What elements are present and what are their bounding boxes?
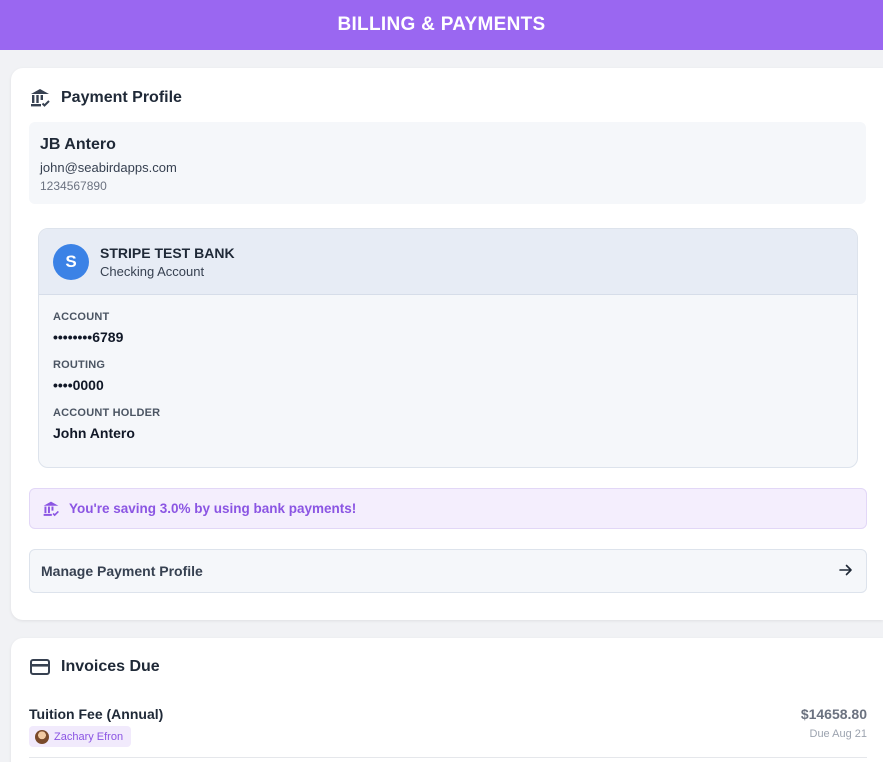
manage-label: Manage Payment Profile — [41, 563, 203, 579]
bank-check-icon — [29, 87, 51, 109]
invoice-amount: $14658.80 — [800, 706, 867, 722]
payment-profile-heading: Payment Profile — [29, 87, 182, 109]
bank-savings-icon — [42, 500, 60, 518]
payment-profile-card: Payment Profile JB Antero john@seabirdap… — [11, 68, 883, 620]
bank-name: STRIPE TEST BANK — [100, 244, 235, 261]
routing-label: ROUTING — [53, 359, 106, 371]
arrow-right-icon — [838, 562, 854, 581]
page-header: BILLING & PAYMENTS — [0, 0, 883, 50]
bank-account-header: S STRIPE TEST BANK Checking Account — [39, 229, 857, 295]
savings-text: You're saving 3.0% by using bank payment… — [69, 501, 357, 516]
profile-name: JB Antero — [40, 136, 116, 153]
invoices-title: Invoices Due — [61, 658, 160, 675]
profile-summary: JB Antero john@seabirdapps.com 123456789… — [29, 122, 866, 204]
student-avatar — [35, 729, 49, 744]
account-label: ACCOUNT — [53, 311, 110, 323]
invoice-row[interactable]: Tuition Fee (Annual) Zachary Efron $1465… — [29, 700, 867, 758]
invoice-due-date: Due Aug 21 — [809, 728, 868, 740]
bank-account-type: Checking Account — [100, 263, 205, 279]
account-holder-label: ACCOUNT HOLDER — [53, 407, 161, 419]
student-name: Zachary Efron — [54, 730, 124, 743]
bank-account-card: S STRIPE TEST BANK Checking Account ACCO… — [38, 228, 858, 468]
payment-profile-title: Payment Profile — [61, 89, 182, 106]
routing-value: ••••0000 — [53, 377, 104, 393]
profile-phone: 1234567890 — [40, 179, 107, 193]
bank-avatar: S — [53, 243, 89, 280]
bank-account-details: ACCOUNT ••••••••6789 ROUTING ••••0000 AC… — [39, 295, 857, 467]
student-chip: Zachary Efron — [29, 726, 132, 747]
invoices-heading: Invoices Due — [29, 656, 160, 678]
page-title: BILLING & PAYMENTS — [337, 14, 546, 35]
account-value: ••••••••6789 — [53, 329, 124, 345]
invoice-title: Tuition Fee (Annual) — [29, 706, 164, 722]
manage-payment-profile-button[interactable]: Manage Payment Profile — [29, 549, 867, 593]
invoices-card: Invoices Due Tuition Fee (Annual) Zachar… — [11, 638, 883, 762]
profile-email: john@seabirdapps.com — [40, 160, 177, 175]
savings-banner: You're saving 3.0% by using bank payment… — [29, 488, 867, 529]
credit-card-icon — [29, 656, 51, 678]
account-holder-value: John Antero — [53, 425, 135, 441]
